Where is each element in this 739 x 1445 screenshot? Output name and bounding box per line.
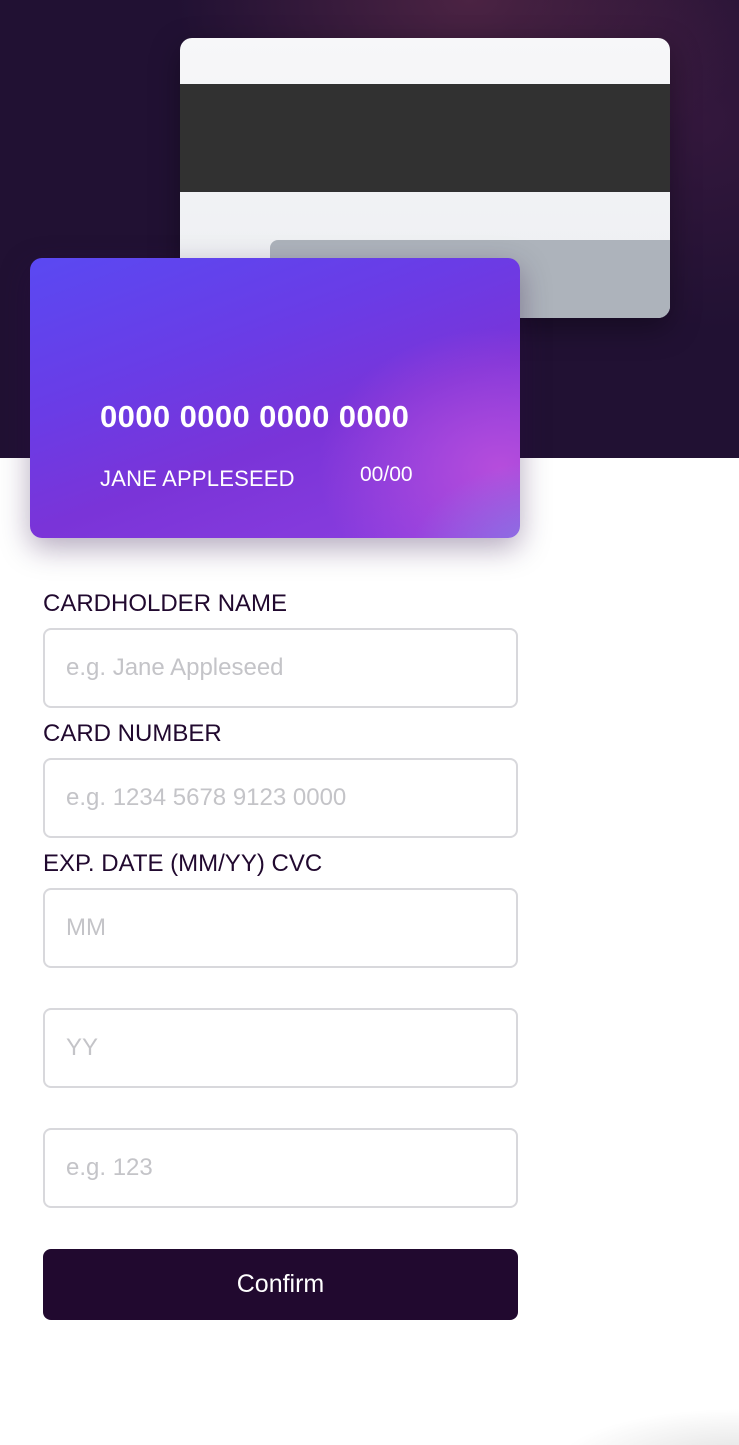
cardholder-name-label: CARDHOLDER NAME bbox=[43, 590, 288, 617]
cvc-input[interactable] bbox=[43, 1128, 518, 1208]
magnetic-stripe bbox=[180, 84, 670, 192]
card-front: 0000 0000 0000 0000 JANE APPLESEED 00/00 bbox=[30, 258, 520, 538]
exp-year-input[interactable] bbox=[43, 1008, 518, 1088]
card-number-label: CARD NUMBER bbox=[43, 720, 222, 747]
exp-date-cvc-label: EXP. DATE (MM/YY) CVC bbox=[43, 850, 323, 877]
exp-month-input[interactable] bbox=[43, 888, 518, 968]
card-expiry-display: 00/00 bbox=[360, 463, 413, 486]
corner-shadow bbox=[379, 1355, 739, 1445]
confirm-button[interactable]: Confirm bbox=[43, 1249, 518, 1320]
card-details-form: CARDHOLDER NAME CARD NUMBER EXP. DATE (M… bbox=[43, 590, 518, 1320]
card-number-display: 0000 0000 0000 0000 bbox=[100, 399, 410, 434]
cardholder-name-input[interactable] bbox=[43, 628, 518, 708]
cardholder-name-display: JANE APPLESEED bbox=[100, 466, 295, 491]
card-number-input[interactable] bbox=[43, 758, 518, 838]
